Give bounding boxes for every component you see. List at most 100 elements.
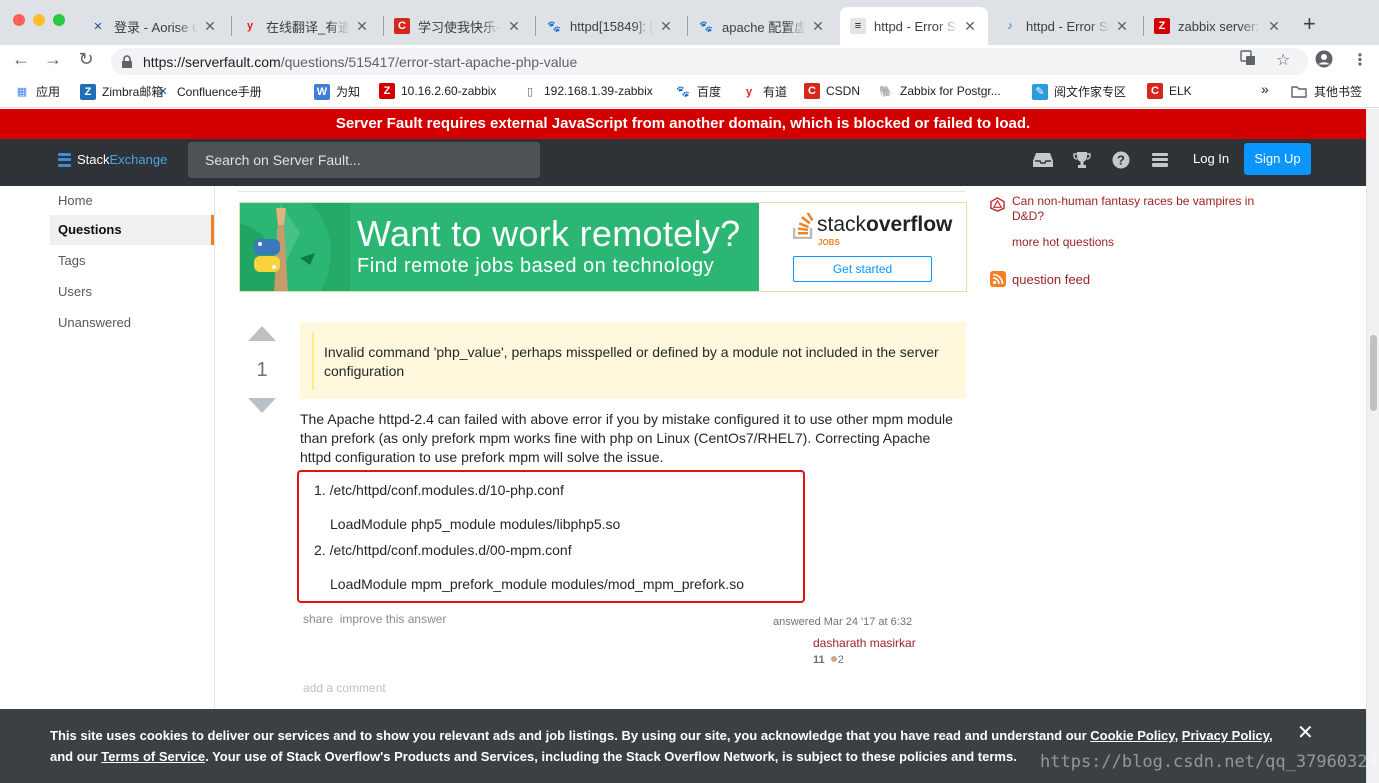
other-bookmarks[interactable]: 其他书签 [1291,83,1362,100]
bookmark-item[interactable]: Z 10.16.2.60-zabbix [379,83,496,99]
tab-favicon-icon: 🐾 [547,20,561,33]
hot-question-title[interactable]: Can non-human fantasy races be vampires … [1012,194,1260,224]
close-tab-icon[interactable]: ✕ [962,18,978,35]
cookie-text-2: . Your use of Stack Overflow's Products … [205,749,1017,764]
user-signature: answered Mar 24 '17 at 6:32 dasharath ma… [773,616,916,666]
downvote-arrow-icon[interactable] [248,398,276,413]
improve-answer-link[interactable]: improve this answer [340,612,447,626]
bookmark-item[interactable]: C CSDN [804,83,860,99]
stackexchange-logo[interactable]: Stack Exchange [58,152,167,167]
ad-brand-panel: stack overflow JOBS Get started [759,203,966,291]
bookmark-label: 10.16.2.60-zabbix [401,84,497,98]
terms-of-service-link[interactable]: Terms of Service [101,749,205,764]
menu-icon[interactable]: ⋮ [1352,50,1368,70]
back-icon[interactable]: ← [9,49,33,70]
bookmark-item[interactable]: 🐘 Zabbix for Postgr... [878,83,1001,99]
tab-separator [687,16,688,36]
signup-button[interactable]: Sign Up [1244,143,1311,175]
close-tab-icon[interactable]: ✕ [202,18,218,35]
browser-tab[interactable]: C 学习使我快乐~ ✕ [384,7,532,45]
browser-tab[interactable]: Zzabbix server: l ✕ [1144,7,1292,45]
user-reputation: 11 2 [813,654,844,666]
new-tab-button[interactable]: + [1303,11,1316,37]
profile-icon[interactable] [1315,50,1333,73]
bookmark-item[interactable]: ▯ 192.168.1.39-zabbix [522,83,653,99]
add-comment-link[interactable]: add a comment [303,681,386,695]
bookmark-item[interactable]: ✕ Confluence手册 [155,83,261,100]
close-tab-icon[interactable]: ✕ [810,18,826,35]
hot-question-item[interactable]: Can non-human fantasy races be vampires … [990,194,1260,224]
zoom-window-button[interactable] [53,14,65,26]
bookmark-favicon-icon: 🐘 [879,85,893,98]
site-switcher-icon[interactable] [1151,151,1169,174]
close-tab-icon[interactable]: ✕ [658,18,674,35]
bookmark-favicon-icon: ▦ [16,86,28,98]
bronze-badge-count: 2 [837,654,844,666]
tab-favicon-icon: ✕ [93,20,103,33]
login-link[interactable]: Log In [1193,151,1229,166]
cookie-policy-link[interactable]: Cookie Policy [1090,728,1174,743]
browser-tab[interactable]: ♪ httpd - Error Start✕ [992,7,1140,45]
tab-separator [1143,16,1144,36]
bookmark-item[interactable]: ▦ 应用 [14,83,60,100]
more-hot-questions-link[interactable]: more hot questions [1012,235,1114,249]
user-name-link[interactable]: dasharath masirkar [813,636,916,650]
bookmark-favicon-icon: C [1147,83,1163,99]
browser-tab[interactable]: 🐾 httpd[15849]: [✕ [536,7,684,45]
javascript-warning-banner: Server Fault requires external JavaScrip… [0,109,1366,139]
more-bookmarks-icon[interactable]: » [1261,81,1269,97]
browser-tab[interactable]: y 在线翻译_有道 ✕ [232,7,380,45]
answered-time: answered Mar 24 '17 at 6:32 [773,616,913,628]
cookie-text: This site uses cookies to deliver our se… [50,728,1091,743]
bookmark-item[interactable]: W 为知 [314,83,360,100]
bronze-badge-icon [830,656,837,662]
upvote-arrow-icon[interactable] [248,326,276,341]
close-tab-icon[interactable]: ✕ [1266,18,1282,35]
bookmark-item[interactable]: C ELK [1147,83,1192,99]
close-tab-icon[interactable]: ✕ [506,18,522,35]
nav-users[interactable]: Users [50,277,214,307]
get-started-button[interactable]: Get started [793,256,932,282]
forward-icon[interactable]: → [41,49,65,70]
achievements-icon[interactable] [1073,151,1091,174]
nav-unanswered[interactable]: Unanswered [50,308,214,338]
address-bar[interactable]: https://serverfault.com/questions/515417… [111,48,1308,75]
browser-toolbar: ← → ↻ https://serverfault.com/questions/… [0,45,1379,77]
close-window-button[interactable] [13,14,25,26]
translate-icon[interactable] [1240,50,1256,71]
close-tab-icon[interactable]: ✕ [354,18,370,35]
vote-count: 1 [256,359,268,381]
question-feed-link[interactable]: question feed [990,271,1090,287]
help-icon[interactable]: ? [1112,151,1130,174]
jobs-advertisement[interactable]: Want to work remotely? Find remote jobs … [239,202,967,292]
page-scrollbar[interactable] [1366,109,1379,783]
logo-text-stack: Stack [77,152,110,167]
bookmark-item[interactable]: y 有道 [741,83,787,100]
share-link[interactable]: share [303,612,333,626]
bookmark-item[interactable]: ✎ 阅文作家专区 [1032,83,1126,100]
ad-headline: Want to work remotely? [357,213,741,254]
nav-home[interactable]: Home [50,186,214,216]
bookmark-item[interactable]: 🐾 百度 [675,83,721,100]
tab-favicon-icon: 🐾 [699,20,713,33]
browser-tab[interactable]: ≡ httpd - Error Start✕ [840,7,988,45]
inbox-icon[interactable] [1033,151,1053,174]
browser-tab[interactable]: 🐾 apache 配置虚拟✕ [688,7,836,45]
scrollbar-thumb[interactable] [1370,335,1377,411]
other-bookmarks-label: 其他书签 [1314,85,1363,99]
reload-icon[interactable]: ↻ [74,49,98,70]
ad-subline: Find remote jobs based on technology [357,255,715,277]
bookmark-star-icon[interactable]: ☆ [1276,50,1290,70]
close-tab-icon[interactable]: ✕ [1114,18,1130,35]
close-cookie-icon[interactable]: ✕ [1297,723,1314,744]
browser-tab[interactable]: ✕登录 - Aorise Confluence✕ [80,7,228,45]
site-search-input[interactable]: Search on Server Fault... [188,142,540,178]
nav-tags[interactable]: Tags [50,246,214,276]
privacy-policy-link[interactable]: Privacy Policy [1182,728,1269,743]
bookmark-label: ELK [1169,84,1192,98]
tab-title: apache 配置虚拟 [722,19,806,35]
svg-text:?: ? [1117,153,1125,168]
bookmark-item[interactable]: Z Zimbra邮箱 [80,83,163,100]
nav-questions[interactable]: Questions [50,215,214,245]
minimize-window-button[interactable] [33,14,45,26]
